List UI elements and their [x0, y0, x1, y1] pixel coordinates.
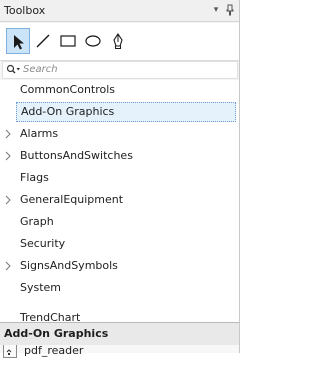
pen-tool[interactable] [106, 28, 130, 54]
category-row[interactable]: Flags [0, 168, 239, 187]
category-row[interactable]: Security [0, 234, 239, 253]
drawing-tools-bar [0, 23, 239, 61]
chevron-right-icon[interactable] [4, 151, 12, 161]
category-row[interactable]: Alarms [0, 124, 239, 143]
category-row[interactable]: Graph [0, 212, 239, 231]
dropdown-icon[interactable]: ▾ [211, 4, 221, 16]
ellipse-icon [85, 35, 101, 47]
category-row-selected[interactable]: Add-On Graphics [0, 102, 239, 122]
chevron-right-icon[interactable] [4, 195, 12, 205]
arrow-cursor-icon [14, 35, 24, 50]
category-row[interactable]: TrendChart [0, 300, 239, 322]
group-item[interactable]: pdf_reader [0, 345, 239, 367]
pen-icon [113, 33, 123, 49]
category-row[interactable]: ButtonsAndSwitches [0, 146, 239, 165]
search-icon [6, 64, 21, 79]
category-label: Security [20, 237, 66, 250]
search-box[interactable]: Search [2, 61, 238, 79]
pointer-tool[interactable] [6, 28, 30, 54]
category-label: GeneralEquipment [20, 193, 124, 206]
category-list: CommonControls Add-On Graphics Alarms Bu… [0, 80, 239, 322]
category-row[interactable]: GeneralEquipment [0, 190, 239, 209]
category-label: Flags [20, 171, 49, 184]
category-row[interactable]: SignsAndSymbols [0, 256, 239, 275]
category-label: ButtonsAndSwitches [20, 149, 133, 162]
group-header: Add-On Graphics [0, 323, 239, 345]
category-label: CommonControls [20, 83, 116, 96]
item-label: pdf_reader [24, 345, 84, 357]
line-icon [36, 34, 50, 48]
category-label: Graph [20, 215, 54, 228]
toolbox-titlebar: Toolbox ▾ [0, 0, 239, 22]
document-icon [3, 345, 17, 358]
rectangle-icon [60, 35, 76, 47]
chevron-right-icon[interactable] [4, 261, 12, 271]
category-label: TrendChart [20, 311, 81, 322]
toolbox-panel: Toolbox ▾ Search CommonControls Add-On G… [0, 0, 240, 358]
line-tool[interactable] [31, 28, 55, 54]
category-row[interactable]: CommonControls [0, 80, 239, 99]
ellipse-tool[interactable] [81, 28, 105, 54]
pin-icon[interactable] [225, 4, 235, 16]
chevron-right-icon[interactable] [4, 129, 12, 139]
category-label: SignsAndSymbols [20, 259, 118, 272]
category-label: Alarms [20, 127, 59, 140]
category-label: System [20, 281, 62, 294]
category-row[interactable]: System [0, 278, 239, 297]
panel-title: Toolbox [4, 4, 46, 17]
search-placeholder[interactable]: Search [23, 64, 58, 75]
rectangle-tool[interactable] [56, 28, 80, 54]
group-title: Add-On Graphics [4, 327, 109, 340]
category-label: Add-On Graphics [21, 105, 115, 118]
